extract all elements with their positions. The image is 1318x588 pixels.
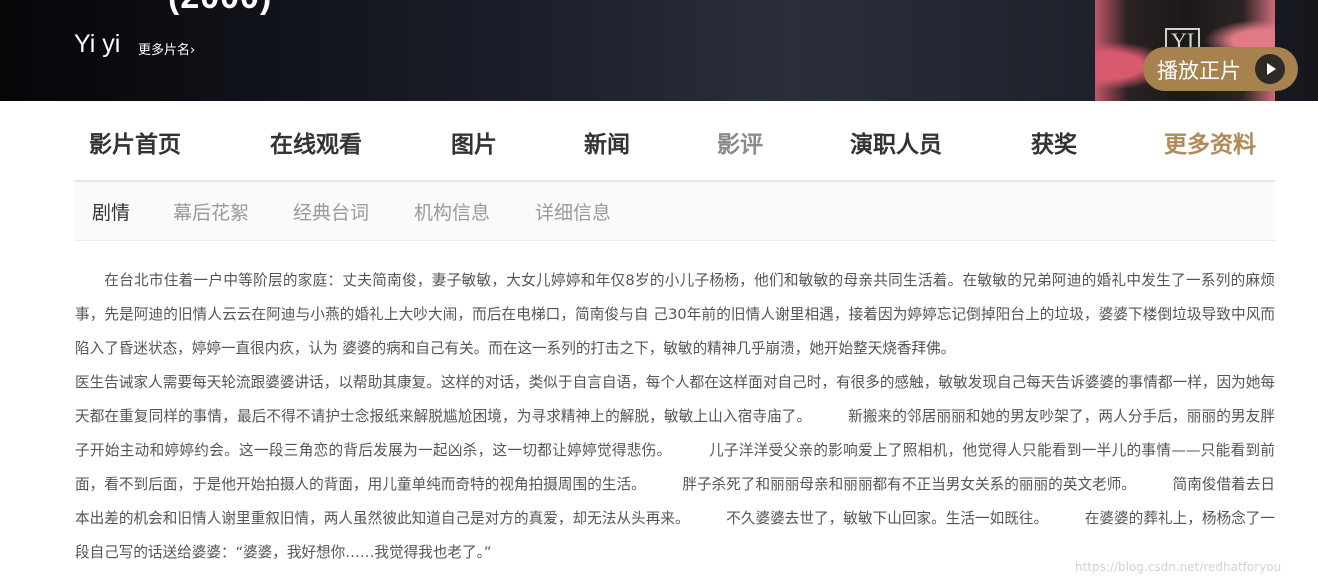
nav-item-more-info[interactable]: 更多资料	[1164, 125, 1256, 159]
play-button-label: 播放正片	[1157, 59, 1241, 83]
tab-details[interactable]: 详细信息	[535, 198, 611, 225]
tab-behind-the-scenes[interactable]: 幕后花絮	[173, 198, 249, 225]
more-names-label: 更多片名	[138, 43, 191, 58]
movie-english-title: Yi yi	[74, 30, 121, 58]
movie-year: (2000)	[168, 0, 272, 17]
play-icon	[1255, 54, 1285, 84]
play-full-movie-button[interactable]: 播放正片	[1143, 47, 1298, 91]
tab-plot[interactable]: 剧情	[92, 198, 130, 225]
synopsis-paragraph: 在台北市住着一户中等阶层的家庭：丈夫简南俊，妻子敏敏，大女儿婷婷和年仅8岁的小儿…	[75, 272, 1275, 357]
tab-company-info[interactable]: 机构信息	[414, 198, 490, 225]
nav-item-news[interactable]: 新闻	[584, 125, 630, 159]
nav-item-home[interactable]: 影片首页	[89, 125, 181, 159]
synopsis-paragraph: 医生告诫家人需要每天轮流跟婆婆讲话，以帮助其康复。这样的对话，类似于自言自语，每…	[75, 374, 1275, 561]
nav-item-pictures[interactable]: 图片	[451, 125, 497, 159]
nav-item-awards[interactable]: 获奖	[1031, 125, 1077, 159]
tab-classic-lines[interactable]: 经典台词	[293, 198, 369, 225]
nav-item-watch-online[interactable]: 在线观看	[270, 125, 362, 159]
plot-synopsis: 在台北市住着一户中等阶层的家庭：丈夫简南俊，妻子敏敏，大女儿婷婷和年仅8岁的小儿…	[75, 264, 1275, 570]
nav-item-reviews[interactable]: 影评	[717, 125, 763, 159]
nav-item-cast[interactable]: 演职人员	[850, 125, 942, 159]
chevron-right-icon: ›	[190, 43, 196, 58]
sub-nav: 剧情 幕后花絮 经典台词 机构信息 详细信息	[75, 182, 1275, 241]
watermark: https://blog.csdn.net/redhatforyou	[1075, 560, 1282, 574]
main-nav: 影片首页 在线观看 图片 新闻 影评 演职人员 获奖 更多资料	[75, 101, 1275, 182]
more-names-link[interactable]: 更多片名›	[138, 39, 195, 58]
